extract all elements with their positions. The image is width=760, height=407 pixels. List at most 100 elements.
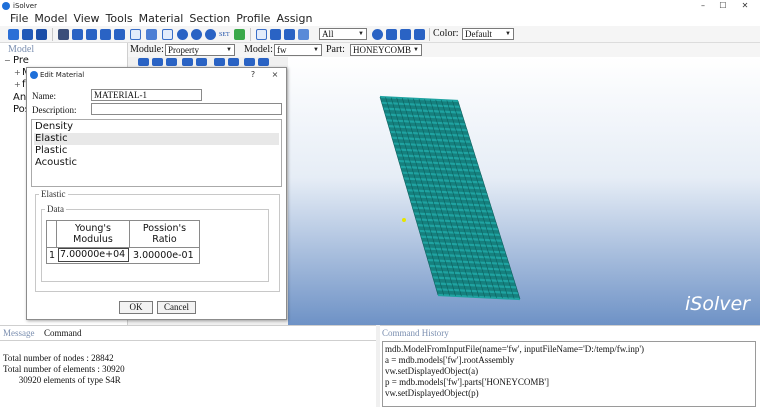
model-select[interactable]: fw ▼ bbox=[274, 44, 322, 56]
elastic-data-table: Young's Modulus Possion's Ratio 1 7.0000… bbox=[46, 220, 200, 264]
behavior-acoustic[interactable]: Acoustic bbox=[34, 157, 279, 169]
maximize-icon[interactable]: ☐ bbox=[716, 0, 730, 12]
menu-material[interactable]: Material bbox=[139, 12, 184, 26]
window-title: iSolver bbox=[13, 2, 37, 10]
view-cube-icon[interactable] bbox=[58, 29, 69, 40]
element-display-icon[interactable] bbox=[386, 29, 397, 40]
tool-icon[interactable] bbox=[228, 58, 239, 66]
title-bar: iSolver – ☐ ✕ bbox=[0, 0, 760, 12]
menu-profile[interactable]: Profile bbox=[236, 12, 270, 26]
view-top-icon[interactable] bbox=[86, 29, 97, 40]
save-icon[interactable] bbox=[36, 29, 47, 40]
expand-icon[interactable]: + bbox=[14, 68, 21, 77]
bar-chart-icon[interactable] bbox=[270, 29, 281, 40]
behavior-elastic[interactable]: Elastic bbox=[34, 133, 279, 145]
brand-watermark: iSolver bbox=[685, 293, 750, 315]
description-label: Description: bbox=[32, 105, 77, 115]
command-history-list[interactable]: mdb.ModelFromInputFile(name='fw', inputF… bbox=[382, 341, 756, 407]
history-line[interactable]: a = mdb.models['fw'].rootAssembly bbox=[385, 355, 514, 365]
chevron-down-icon: ▼ bbox=[413, 47, 419, 53]
table-cell-youngs-modulus[interactable]: 7.00000e+04 bbox=[58, 248, 129, 262]
module-select-value: Property bbox=[168, 45, 199, 55]
menu-file[interactable]: File bbox=[10, 12, 28, 26]
rotate-icon[interactable] bbox=[146, 29, 157, 40]
column-header-poissons-ratio[interactable]: Possion's Ratio bbox=[130, 221, 200, 248]
select-box-icon[interactable] bbox=[130, 29, 141, 40]
sphere-wire-icon[interactable] bbox=[205, 29, 216, 40]
main-toolbar: SET All ▼ Color: Default ▼ bbox=[0, 26, 760, 43]
face-display-icon[interactable] bbox=[400, 29, 411, 40]
new-file-icon[interactable] bbox=[8, 29, 19, 40]
module-select[interactable]: Property ▼ bbox=[165, 44, 235, 56]
tab-message[interactable]: Message bbox=[3, 328, 35, 338]
model-tree-header: Model bbox=[8, 44, 35, 55]
behavior-plastic[interactable]: Plastic bbox=[34, 145, 279, 157]
ok-button[interactable]: OK bbox=[119, 301, 153, 314]
node-display-icon[interactable] bbox=[372, 29, 383, 40]
color-select-value: Default bbox=[465, 29, 492, 39]
tree-item-fw[interactable]: f bbox=[22, 79, 26, 90]
tool-icon[interactable] bbox=[152, 58, 163, 66]
description-field[interactable] bbox=[91, 103, 282, 115]
column-header-youngs-modulus[interactable]: Young's Modulus bbox=[57, 221, 130, 248]
expand-icon[interactable]: + bbox=[14, 80, 21, 89]
table-cell-poissons-ratio[interactable]: 3.00000e-01 bbox=[132, 248, 200, 263]
honeycomb-mesh bbox=[379, 95, 521, 301]
minimize-icon[interactable]: – bbox=[696, 0, 710, 12]
tool-icon[interactable] bbox=[166, 58, 177, 66]
surface-icon[interactable] bbox=[298, 29, 309, 40]
message-line: Total number of elements : 30920 bbox=[3, 364, 125, 374]
color-select[interactable]: Default ▼ bbox=[462, 28, 514, 40]
graphics-viewport[interactable]: iSolver bbox=[288, 57, 760, 325]
view-iso-icon[interactable] bbox=[114, 29, 125, 40]
cancel-button[interactable]: Cancel bbox=[157, 301, 196, 314]
sphere-shaded-icon[interactable] bbox=[191, 29, 202, 40]
help-icon[interactable]: ? bbox=[247, 68, 259, 82]
display-filter-select[interactable]: All ▼ bbox=[319, 28, 367, 40]
close-window-icon[interactable]: ✕ bbox=[738, 0, 752, 12]
app-logo-icon bbox=[30, 71, 38, 79]
edge-display-icon[interactable] bbox=[414, 29, 425, 40]
model-select-value: fw bbox=[277, 45, 287, 55]
view-side-icon[interactable] bbox=[100, 29, 111, 40]
behavior-density[interactable]: Density bbox=[34, 121, 279, 133]
figure-icon[interactable] bbox=[234, 29, 245, 40]
download-arrow-icon[interactable] bbox=[162, 29, 173, 40]
open-folder-icon[interactable] bbox=[22, 29, 33, 40]
elastic-group-title: Elastic bbox=[39, 189, 68, 199]
close-icon[interactable]: × bbox=[269, 68, 281, 82]
tool-icon[interactable] bbox=[182, 58, 193, 66]
view-front-icon[interactable] bbox=[72, 29, 83, 40]
sphere-icon[interactable] bbox=[177, 29, 188, 40]
data-group-title: Data bbox=[45, 204, 66, 214]
tool-icon[interactable] bbox=[196, 58, 207, 66]
menu-section[interactable]: Section bbox=[189, 12, 230, 26]
name-field[interactable]: MATERIAL-1 bbox=[91, 89, 202, 101]
tool-strip bbox=[136, 58, 286, 67]
history-line[interactable]: p = mdb.models['fw'].parts['HONEYCOMB'] bbox=[385, 377, 549, 387]
menu-assign[interactable]: Assign bbox=[276, 12, 312, 26]
menu-view[interactable]: View bbox=[73, 12, 99, 26]
tool-icon[interactable] bbox=[258, 58, 269, 66]
tool-icon[interactable] bbox=[214, 58, 225, 66]
history-line[interactable]: mdb.ModelFromInputFile(name='fw', inputF… bbox=[385, 344, 644, 354]
history-line[interactable]: vw.setDisplayedObject(a) bbox=[385, 366, 478, 376]
set-icon[interactable]: SET bbox=[219, 29, 230, 41]
name-label: Name: bbox=[32, 91, 56, 101]
tree-item-pre[interactable]: Pre bbox=[13, 55, 29, 66]
color-label: Color: bbox=[433, 28, 459, 39]
collapse-icon[interactable]: − bbox=[4, 56, 11, 65]
app-logo-icon bbox=[2, 2, 10, 10]
list-view-icon[interactable] bbox=[256, 29, 267, 40]
menu-tools[interactable]: Tools bbox=[106, 12, 133, 26]
part-select[interactable]: HONEYCOMB ▼ bbox=[350, 44, 422, 56]
tool-icon[interactable] bbox=[244, 58, 255, 66]
chevron-down-icon: ▼ bbox=[226, 47, 232, 53]
command-history-title: Command History bbox=[382, 328, 449, 338]
context-bar: Module: Property ▼ Model: fw ▼ Part: HON… bbox=[128, 43, 760, 57]
tool-icon[interactable] bbox=[138, 58, 149, 66]
history-line[interactable]: vw.setDisplayedObject(p) bbox=[385, 388, 479, 398]
shaded-cylinder-icon[interactable] bbox=[284, 29, 295, 40]
menu-model[interactable]: Model bbox=[34, 12, 67, 26]
tab-command[interactable]: Command bbox=[44, 328, 82, 338]
